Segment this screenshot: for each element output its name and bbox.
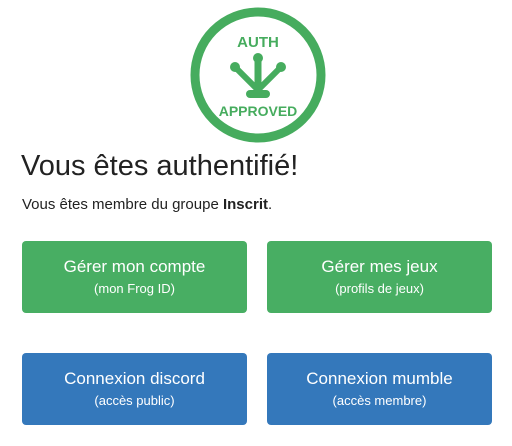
mumble-connect-label: Connexion mumble [306,369,453,388]
group-name: Inscrit [222,196,268,213]
manage-games-sublabel: (profils de jeux) [335,281,424,296]
manage-games-button[interactable]: Gérer mes jeux (profils de jeux) [267,241,492,313]
manage-account-button[interactable]: Gérer mon compte (mon Frog ID) [22,241,247,313]
mumble-connect-sublabel: (accès membre) [332,393,427,408]
frog-foot-icon [230,53,286,98]
discord-connect-label: Connexion discord [64,369,205,388]
manage-account-sublabel: (mon Frog ID) [94,281,175,296]
membership-text: Vous êtes membre du groupe Inscrit. [22,195,272,215]
stamp-bottom-text: APPROVED [219,103,298,119]
discord-connect-sublabel: (accès public) [94,393,175,408]
membership-suffix: . [267,196,273,213]
manage-account-label: Gérer mon compte [63,257,206,276]
auth-approved-stamp-logo: AUTH APPROVED [190,7,326,143]
stamp-top-text: AUTH [237,34,279,51]
page-title: Vous êtes authentifié! [21,150,299,182]
membership-prefix: Vous êtes membre du groupe [22,196,223,213]
mumble-connect-button[interactable]: Connexion mumble (accès membre) [267,353,492,425]
manage-games-label: Gérer mes jeux [321,257,438,276]
discord-connect-button[interactable]: Connexion discord (accès public) [22,353,247,425]
